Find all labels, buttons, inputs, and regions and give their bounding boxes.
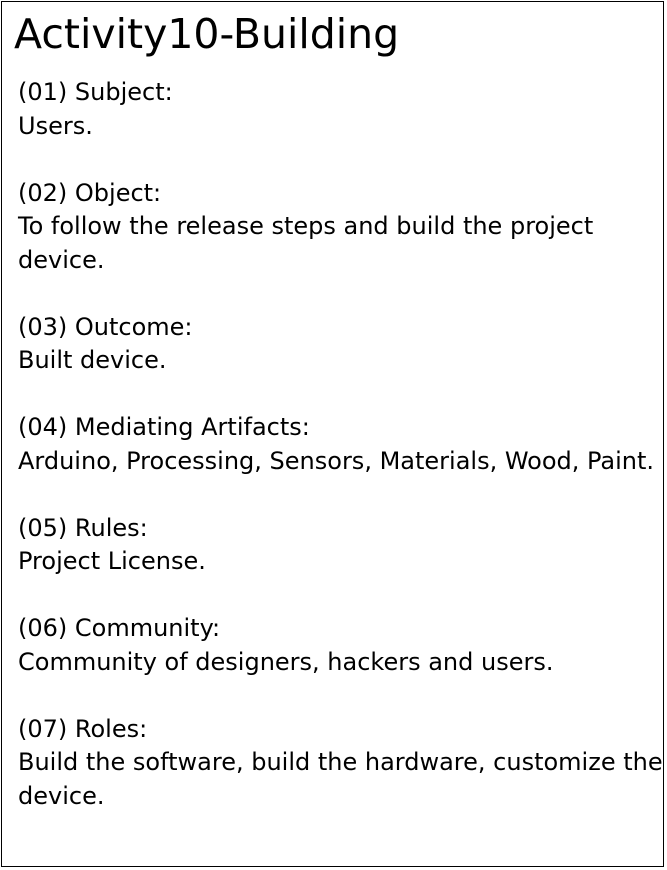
activity-title: Activity10-Building xyxy=(14,10,400,58)
section-value: Project License. xyxy=(18,547,206,575)
section-value: Build the software, build the hardware, … xyxy=(18,748,663,810)
section-roles: (07) Roles: Build the software, build th… xyxy=(18,713,663,814)
section-label: (05) Rules: xyxy=(18,513,148,542)
section-value: Arduino, Processing, Sensors, Materials,… xyxy=(18,446,655,475)
section-label: (07) Roles: xyxy=(18,714,148,743)
section-mediating-artifacts: (04) Mediating Artifacts: Arduino, Proce… xyxy=(18,411,663,478)
section-subject: (01) Subject: Users. xyxy=(18,76,663,143)
activity-sections: (01) Subject: Users. (02) Object: To fol… xyxy=(18,76,663,847)
section-rules: (05) Rules: Project License. xyxy=(18,512,663,579)
activity-card: Activity10-Building (01) Subject: Users.… xyxy=(1,1,664,867)
section-label: (06) Community: xyxy=(18,614,221,642)
section-value: Users. xyxy=(18,111,93,140)
section-label: (01) Subject: xyxy=(18,78,173,106)
section-outcome: (03) Outcome: Built device. xyxy=(18,311,663,378)
section-label: (02) Object: xyxy=(18,178,162,207)
section-value: Built device. xyxy=(18,346,167,374)
section-object: (02) Object: To follow the release steps… xyxy=(18,177,663,278)
section-community: (06) Community: Community of designers, … xyxy=(18,612,663,679)
section-value: Community of designers, hackers and user… xyxy=(18,647,554,676)
section-label: (03) Outcome: xyxy=(18,312,193,341)
section-label: (04) Mediating Artifacts: xyxy=(18,413,310,441)
section-value: To follow the release steps and build th… xyxy=(18,212,594,274)
